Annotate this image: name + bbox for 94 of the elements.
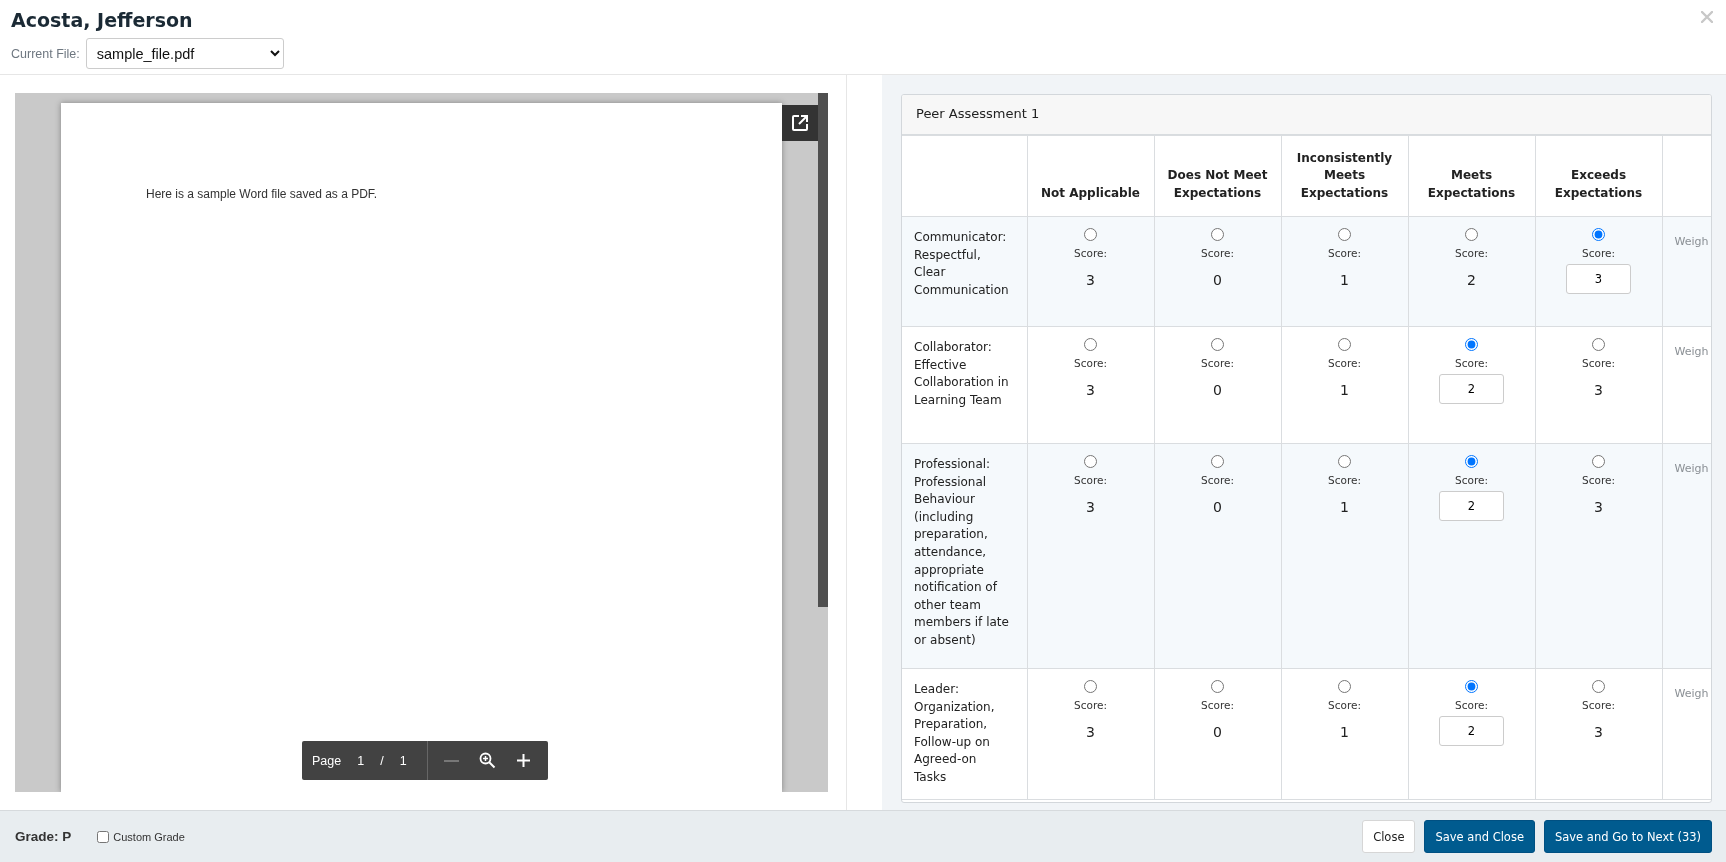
file-label: Current File: [11,46,80,61]
radio-button[interactable] [1338,228,1351,241]
score-label: Score: [1327,357,1362,369]
score-label: Score: [1327,474,1362,486]
score-value: 3 [1085,382,1096,398]
file-select[interactable]: sample_file.pdf [85,38,284,69]
score-label: Score: [1073,699,1108,711]
open-external-button[interactable] [782,105,818,141]
radio-button[interactable] [1465,455,1478,468]
weight-label: Weigh [1674,235,1709,248]
score-label: Score: [1073,247,1108,259]
radio-button[interactable] [1211,228,1224,241]
save-button[interactable]: Save and Go to Next (33) [1543,820,1712,853]
radio-button[interactable] [1592,228,1605,241]
score-label: Score: [1200,699,1235,711]
score-label: Score: [1454,247,1489,259]
score-label: Score: [1454,474,1489,486]
score-value: 2 [1466,272,1477,288]
score-label: Score: [1581,247,1616,259]
score-input[interactable]: 2 [1439,491,1504,521]
minus-icon [444,759,460,762]
score-label: Score: [1200,474,1235,486]
page-separator: / [379,753,385,768]
criterion-label: Communicator: Respectful, Clear Communication [902,216,1027,327]
radio-button[interactable] [1338,338,1351,351]
column-header: Inconsistently Meets Expectations [1281,135,1408,217]
score-value: 3 [1085,272,1096,288]
scrollbar-thumb[interactable] [818,93,828,607]
weight-label: Weigh [1674,687,1709,700]
score-value: 3 [1593,382,1604,398]
radio-button[interactable] [1338,680,1351,693]
score-label: Score: [1581,357,1616,369]
score-value: 3 [1593,499,1604,515]
radio-button[interactable] [1592,455,1605,468]
radio-button[interactable] [1211,455,1224,468]
student-name: Acosta, Jefferson [11,8,194,32]
score-input[interactable]: 2 [1439,374,1504,404]
radio-button[interactable] [1465,680,1478,693]
score-label: Score: [1073,474,1108,486]
column-header: Exceeds Expectations [1535,135,1662,217]
score-value: 1 [1339,382,1350,398]
score-label: Score: [1581,699,1616,711]
score-value: 1 [1339,272,1350,288]
column-header: Does Not Meet Expectations [1154,135,1281,217]
score-value: 3 [1085,499,1096,515]
custom-grade-checkbox[interactable] [97,830,110,843]
score-label: Score: [1200,247,1235,259]
card-title: Peer Assessment 1 [902,95,1711,135]
column-header: Not Applicable [1027,135,1154,217]
score-label: Score: [1454,699,1489,711]
score-value: 0 [1212,272,1223,288]
close-button[interactable]: Close [1362,820,1416,853]
radio-button[interactable] [1211,338,1224,351]
plus-icon [516,753,532,768]
save-button[interactable]: Save and Close [1424,820,1535,853]
column-header: Meets Expectations [1408,135,1535,217]
weight-label: Weigh [1674,462,1709,475]
zoom-in-icon [479,752,497,769]
document-text: Here is a sample Word file saved as a PDF. [146,187,379,201]
radio-button[interactable] [1592,680,1605,693]
score-value: 1 [1339,724,1350,740]
external-link-icon [791,114,809,132]
radio-button[interactable] [1338,455,1351,468]
radio-button[interactable] [1084,338,1097,351]
score-label: Score: [1327,247,1362,259]
criterion-label: Professional: Professional Behaviour (including preparation, attendance, appropriate notification of other team members if late or absent) [902,443,1027,669]
score-label: Score: [1581,474,1616,486]
score-value: 0 [1212,382,1223,398]
score-value: 0 [1212,724,1223,740]
page-total: 1 [398,753,408,768]
radio-button[interactable] [1592,338,1605,351]
radio-button[interactable] [1465,338,1478,351]
page-label: Page [312,753,343,768]
criterion-label: Leader: Organization, Preparation, Follow-up on Agreed-on Tasks [902,668,1027,800]
score-value: 1 [1339,499,1350,515]
score-label: Score: [1327,699,1362,711]
radio-button[interactable] [1211,680,1224,693]
score-value: 0 [1212,499,1223,515]
score-label: Score: [1454,357,1489,369]
criterion-label: Collaborator: Effective Collaboration in Learning Team [902,326,1027,444]
score-input[interactable]: 2 [1439,716,1504,746]
score-input[interactable]: 3 [1566,264,1631,294]
radio-button[interactable] [1084,455,1097,468]
radio-button[interactable] [1084,228,1097,241]
radio-button[interactable] [1084,680,1097,693]
score-value: 3 [1593,724,1604,740]
score-value: 3 [1085,724,1096,740]
score-label: Score: [1200,357,1235,369]
page-number[interactable]: 1 [349,753,373,768]
grade-label: Grade: P [15,829,72,844]
radio-button[interactable] [1465,228,1478,241]
custom-grade-label: Custom Grade [113,830,185,843]
weight-label: Weigh [1674,345,1709,358]
score-label: Score: [1073,357,1108,369]
